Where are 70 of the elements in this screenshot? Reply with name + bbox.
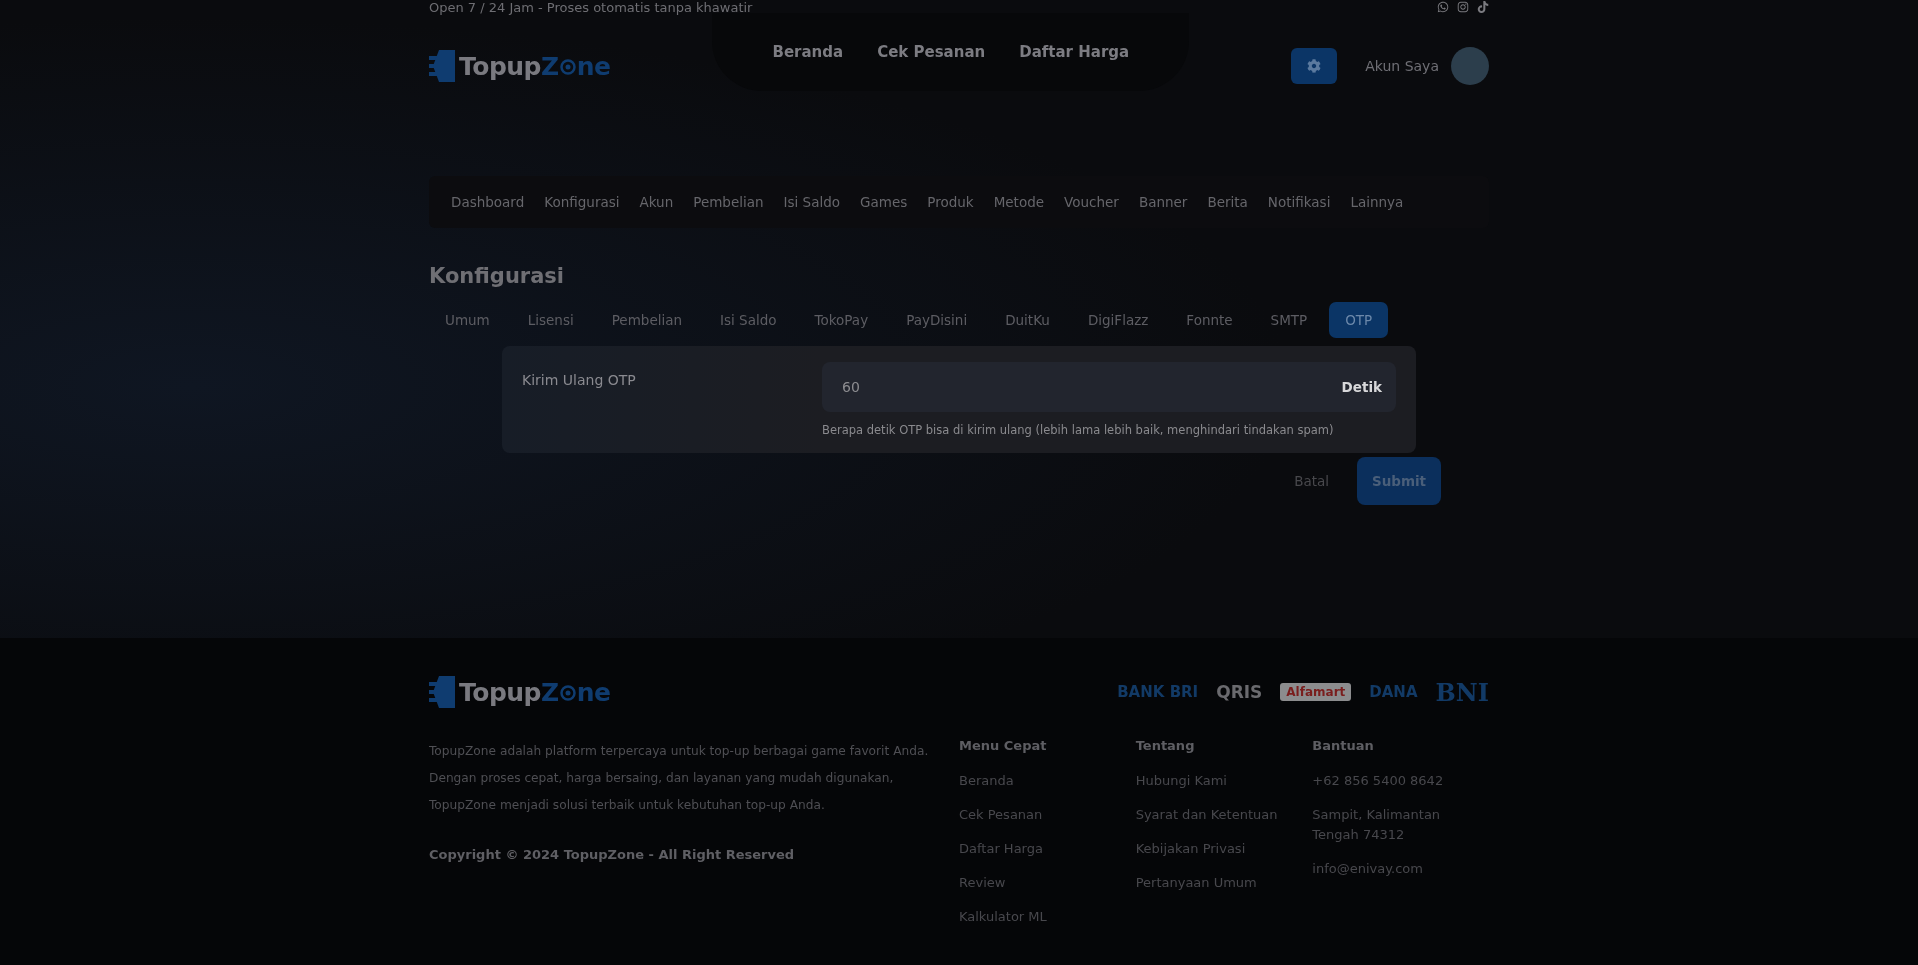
footer-link[interactable]: Pertanyaan Umum (1135, 873, 1313, 893)
nav-link[interactable]: Cek Pesanan (877, 43, 986, 61)
footer-link[interactable]: +62 856 5400 8642 (1312, 771, 1489, 791)
nav-link[interactable]: Daftar Harga (1019, 43, 1130, 61)
topupzone-logo[interactable]: TopupZ ne (429, 48, 611, 84)
footer-link[interactable]: Sampit, Kalimantan Tengah 74312 (1312, 805, 1489, 845)
payment-logo: DANA (1369, 683, 1418, 701)
target-icon (559, 684, 576, 701)
admin-nav-link[interactable]: Konfigurasi (544, 194, 620, 210)
admin-nav-link[interactable]: Banner (1138, 194, 1188, 210)
topbar-text: Open 7 / 24 Jam - Proses otomatis tanpa khawatir (429, 0, 753, 15)
footer-link[interactable]: Beranda (959, 771, 1136, 791)
footer-link[interactable]: Hubungi Kami (1135, 771, 1313, 791)
logo-text: TopupZ ne (459, 51, 611, 81)
tab[interactable]: OTP (1329, 302, 1389, 338)
logo-text: TopupZ ne (459, 677, 611, 707)
tab[interactable]: Umum (429, 302, 506, 338)
footer-link[interactable]: Review (959, 873, 1136, 893)
payment-logo: BNI (1435, 677, 1489, 707)
admin-nav-link[interactable]: Notifikasi (1267, 194, 1331, 210)
admin-nav-link[interactable]: Produk (927, 194, 974, 210)
logo-mark-icon (429, 48, 455, 84)
admin-nav-link[interactable]: Akun (639, 194, 674, 210)
submit-button[interactable]: Submit (1357, 457, 1441, 505)
tab[interactable]: DuitKu (989, 302, 1066, 338)
whatsapp-icon[interactable] (1437, 1, 1449, 13)
tab[interactable]: TokoPay (798, 302, 885, 338)
admin-nav-link[interactable]: Metode (993, 194, 1045, 210)
footer-heading: Tentang (1135, 738, 1196, 753)
footer-link[interactable]: Daftar Harga (959, 839, 1136, 859)
payment-logo: QRIS (1216, 682, 1263, 702)
admin-nav-link[interactable]: Lainnya (1350, 194, 1404, 210)
admin-nav-link[interactable]: Voucher (1064, 194, 1119, 210)
tab[interactable]: Pembelian (595, 302, 699, 338)
nav-link[interactable]: Beranda (772, 43, 844, 61)
tab[interactable]: Lisensi (511, 302, 590, 338)
cancel-button[interactable]: Batal (1288, 472, 1335, 490)
input-field[interactable]: 60 Detik (822, 362, 1396, 412)
settings-button[interactable] (1291, 48, 1338, 84)
admin-nav-link[interactable]: Isi Saldo (783, 194, 841, 210)
help-text: Berapa detik OTP bisa di kirim ulang (lebih lama lebih baik, menghindari tindakan spam) (822, 423, 1335, 437)
footer-link[interactable]: Kebijakan Privasi (1135, 839, 1313, 859)
footer-link[interactable]: info@enivay.com (1312, 859, 1489, 879)
admin-nav-link[interactable]: Berita (1207, 194, 1248, 210)
account-link[interactable]: Akun Saya (1365, 58, 1439, 74)
footer-link[interactable]: Syarat dan Ketentuan (1135, 805, 1313, 825)
tab[interactable]: DigiFlazz (1071, 302, 1165, 338)
page-title: Konfigurasi (429, 264, 566, 288)
footer-link[interactable]: Kalkulator ML (959, 907, 1136, 927)
settings-icon (1307, 59, 1322, 73)
admin-nav-link[interactable]: Games (860, 194, 908, 210)
tab[interactable]: Isi Saldo (704, 302, 793, 338)
payment-logo: Alfamart (1280, 683, 1352, 701)
instagram-icon[interactable] (1457, 1, 1469, 13)
topupzone-logo[interactable]: TopupZ ne (429, 674, 611, 710)
footer-link[interactable]: Cek Pesanan (959, 805, 1136, 825)
footer-heading: Menu Cepat (959, 738, 1048, 753)
logo-mark-icon (429, 674, 455, 710)
tab[interactable]: Fonnte (1170, 302, 1249, 338)
tab[interactable]: PayDisini (890, 302, 984, 338)
about-text: TopupZone adalah platform terpercaya untuk top-up berbagai game favorit Anda. Dengan proses cepat, harga bersaing, dan layanan yang mudah digunakan, TopupZone menjadi solusi terbaik untuk kebutuhan top-up Anda. (429, 743, 930, 814)
payment-logo: BANK BRI (1117, 683, 1199, 701)
target-icon (559, 58, 576, 75)
admin-nav-link[interactable]: Pembelian (693, 194, 764, 210)
admin-nav-link[interactable]: Dashboard (451, 194, 525, 210)
field-label: Kirim Ulang OTP (522, 371, 637, 390)
tab[interactable]: SMTP (1254, 302, 1324, 338)
footer-heading: Bantuan (1312, 738, 1375, 753)
copyright-text: Copyright © 2024 TopupZone - All Right Reserved (429, 847, 796, 862)
tiktok-icon[interactable] (1477, 1, 1489, 13)
